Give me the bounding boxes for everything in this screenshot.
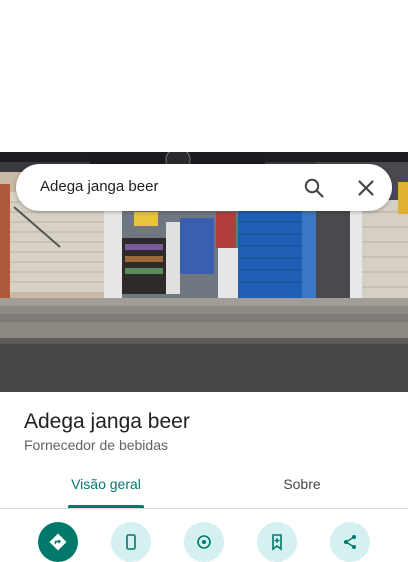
phone-icon — [126, 534, 136, 550]
search-bar[interactable]: Adega janga beer — [16, 164, 392, 211]
directions-icon — [49, 533, 67, 551]
directions-button[interactable] — [38, 522, 78, 562]
map-blank-area — [0, 0, 408, 152]
tabs-divider — [0, 508, 408, 509]
call-button[interactable] — [111, 522, 151, 562]
share-icon — [344, 535, 356, 549]
place-title: Adega janga beer — [24, 410, 190, 433]
search-icon[interactable] — [302, 176, 326, 200]
nearby-button[interactable] — [184, 522, 224, 562]
nearby-icon — [197, 535, 211, 549]
save-button[interactable] — [257, 522, 297, 562]
tab-overview[interactable]: Visão geral — [52, 476, 160, 508]
search-input[interactable]: Adega janga beer — [40, 178, 158, 195]
tab-about[interactable]: Sobre — [248, 476, 356, 508]
place-category: Fornecedor de bebidas — [24, 437, 168, 453]
save-icon — [272, 534, 282, 551]
close-icon[interactable] — [354, 176, 378, 200]
share-button[interactable] — [330, 522, 370, 562]
